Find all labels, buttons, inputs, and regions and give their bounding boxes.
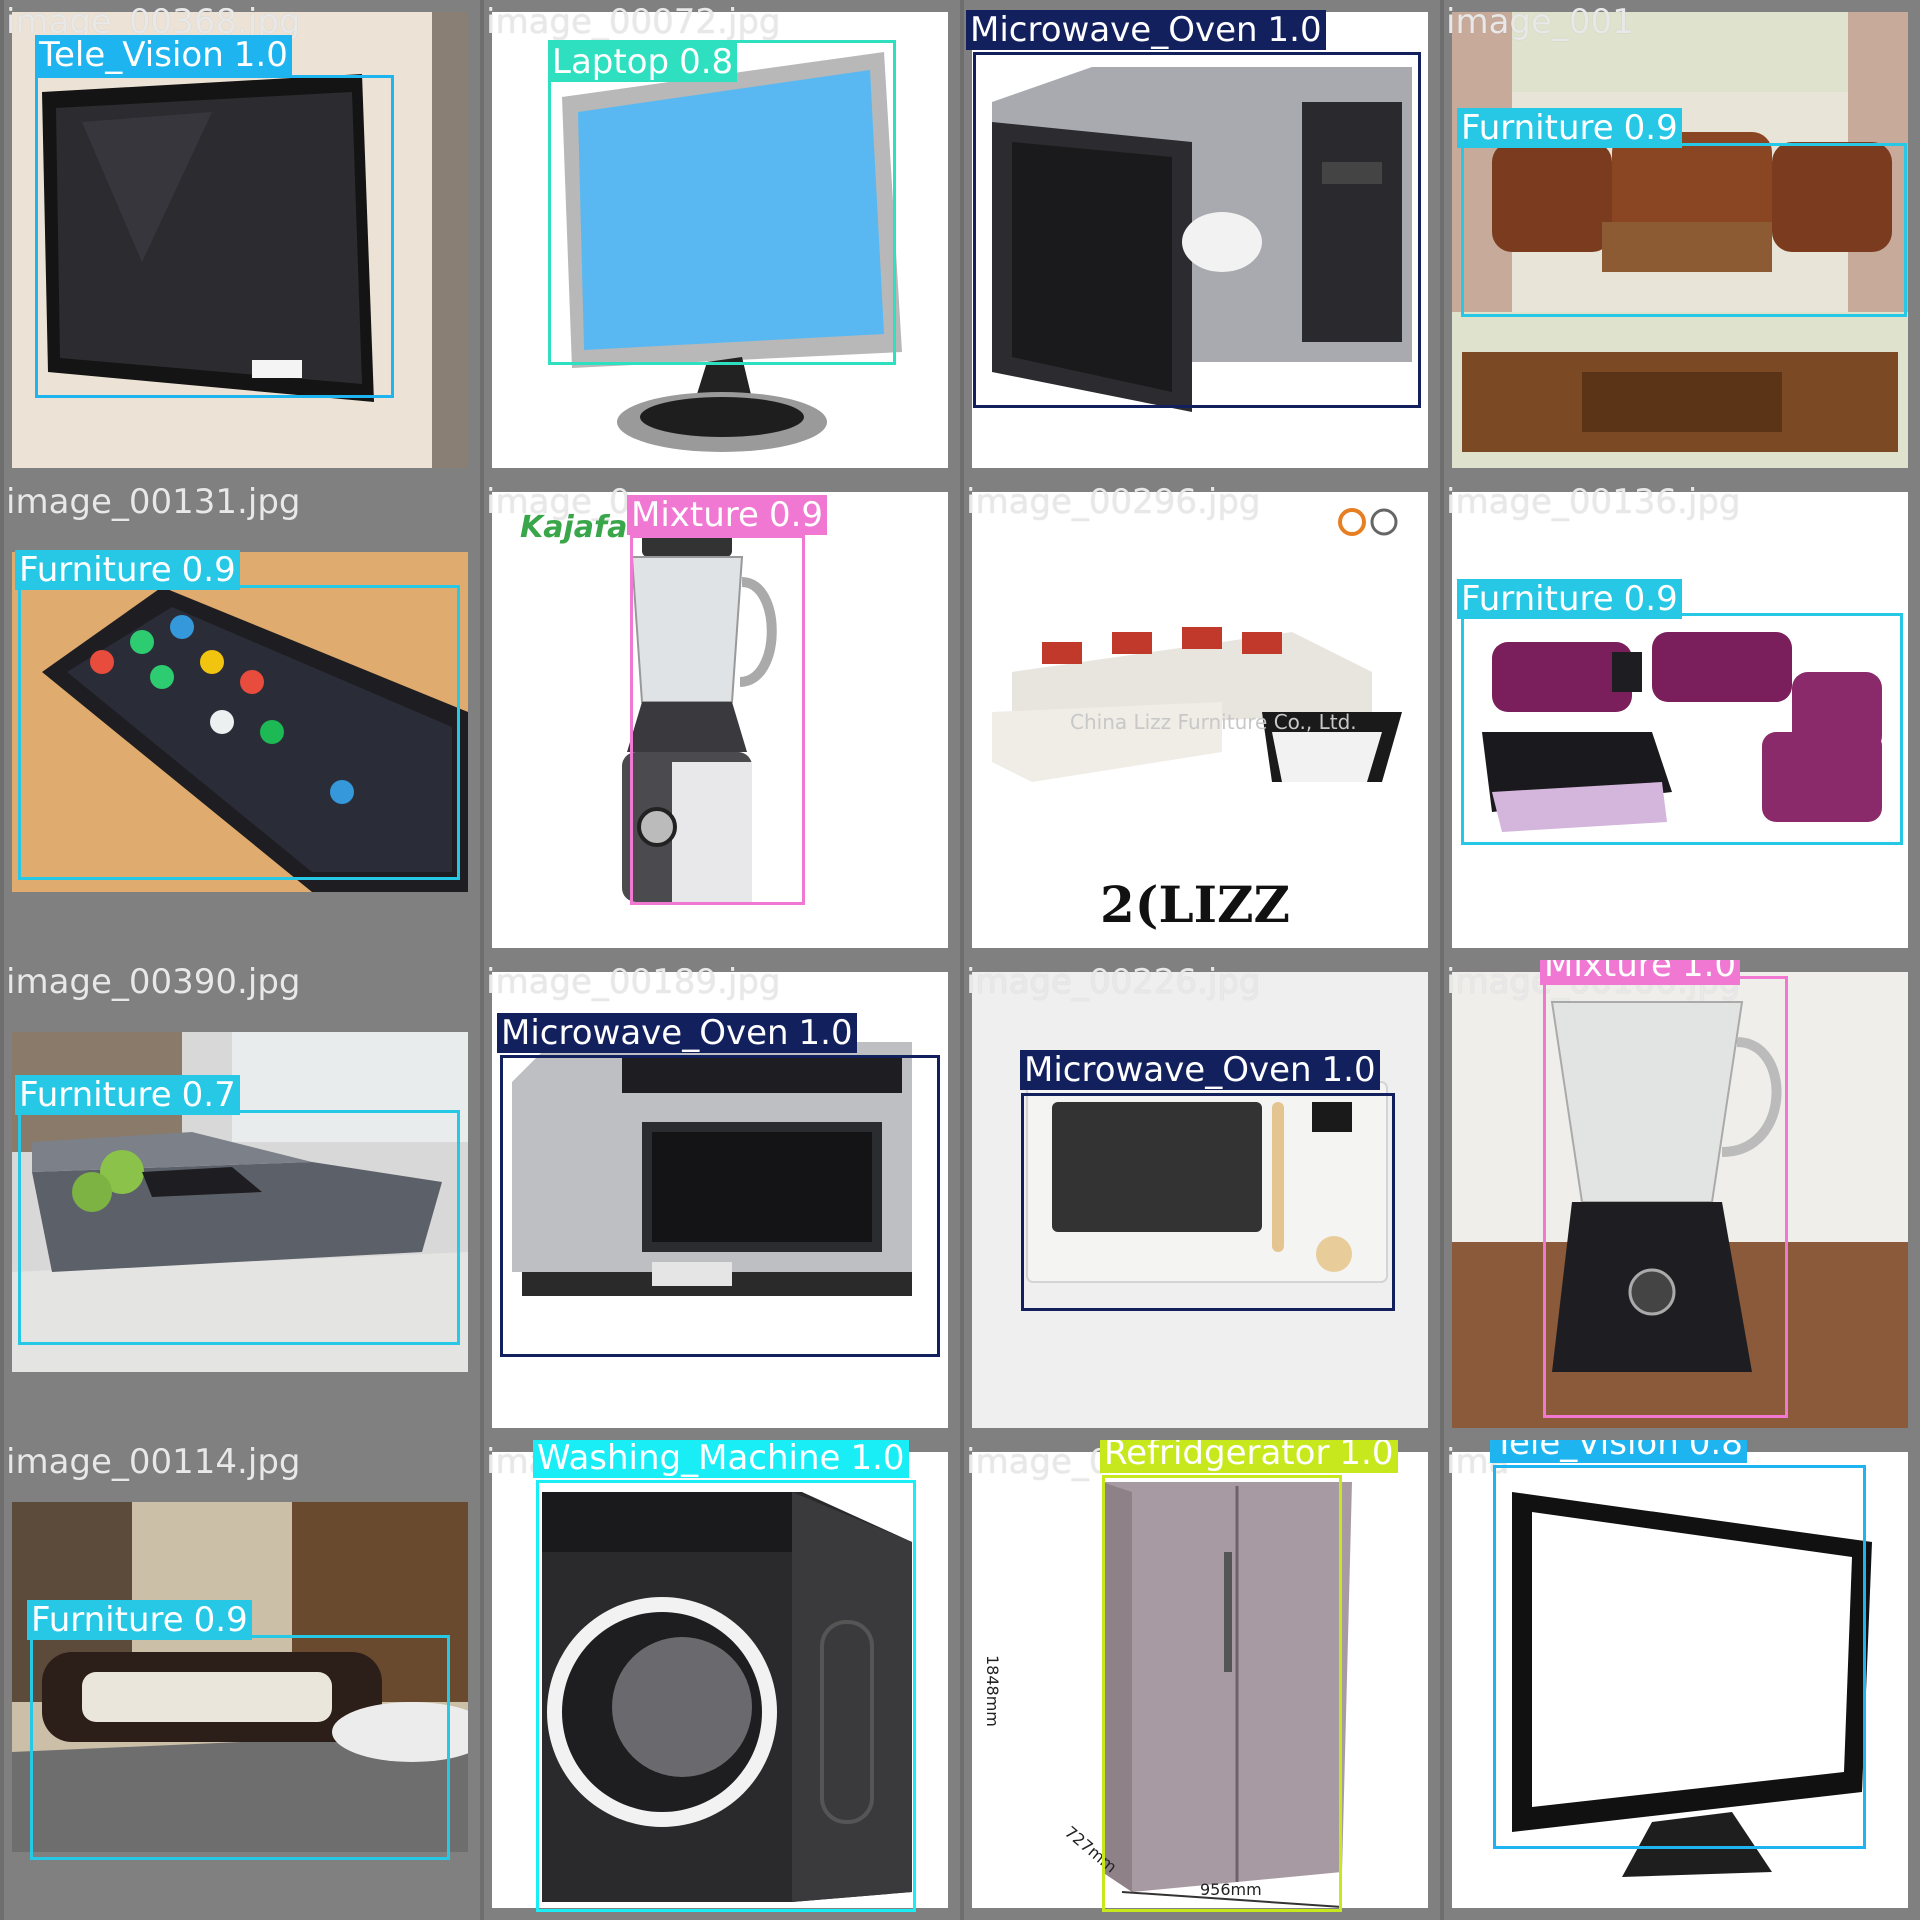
detection-label: Washing_Machine 1.0 (533, 1440, 909, 1478)
tile-10[interactable]: image_00226.jpg Microwave_Oven 1.0 (960, 960, 1440, 1440)
tile-9[interactable]: image_00189.jpg Microwave_Oven 1.0 (480, 960, 960, 1440)
file-name: image_001 (1446, 2, 1634, 42)
class-name: Microwave_Oven (1024, 1050, 1312, 1090)
class-name: Washing_Machine (537, 1440, 841, 1478)
detection-box (500, 1055, 940, 1357)
detection-label: Laptop 0.8 (548, 42, 738, 82)
detection-label: Mixture 1.0 (1540, 960, 1741, 985)
tile-7[interactable]: image_00136.jpg Furniture 0.9 (1440, 480, 1920, 960)
class-name: Tele_Vision (39, 35, 224, 75)
confidence: 1.0 (850, 1440, 905, 1478)
file-name: image_0 (966, 1442, 1111, 1482)
confidence: 0.7 (181, 1075, 236, 1115)
confidence: 1.0 (1339, 1440, 1394, 1473)
tile-6[interactable]: image_00296.jpg China Lizz Furniture Co.… (960, 480, 1440, 960)
watermark-text: China Lizz Furniture Co., Ltd. (1070, 710, 1357, 734)
detection-box (630, 535, 805, 905)
tile-0[interactable]: image_00368.jpg Tele_Vision 1.0 (0, 0, 480, 480)
confidence: 0.9 (1623, 108, 1678, 148)
confidence: 1.0 (1321, 1050, 1376, 1090)
detection-box (536, 1480, 916, 1912)
detection-label: Furniture 0.9 (27, 1600, 252, 1640)
confidence: 1.0 (1681, 960, 1737, 985)
tile-8[interactable]: image_00390.jpg Furniture 0.7 (0, 960, 480, 1440)
confidence: 0.9 (193, 1600, 248, 1640)
file-name: image_00131.jpg (6, 482, 301, 522)
detection-label: Microwave_Oven 1.0 (966, 10, 1326, 50)
tile-14[interactable]: image_0 1848mm 956mm 727mm Refridgerator… (960, 1440, 1440, 1920)
detection-box (1461, 613, 1903, 845)
detection-label: Furniture 0.9 (15, 550, 240, 590)
detection-label: Mixture 0.9 (627, 495, 828, 535)
detection-box (35, 75, 394, 398)
class-name: Microwave_Oven (501, 1013, 789, 1053)
detection-label: Microwave_Oven 1.0 (497, 1013, 857, 1053)
class-name: Microwave_Oven (970, 10, 1258, 50)
detection-box (1021, 1093, 1395, 1311)
confidence: 1.0 (1267, 10, 1322, 50)
detection-box (548, 40, 896, 365)
detection-box (1543, 976, 1788, 1418)
class-name: Mixture (1544, 960, 1672, 985)
class-name: Furniture (1461, 108, 1614, 148)
class-name: Furniture (31, 1600, 184, 1640)
tile-2[interactable]: Microwave_Oven 1.0 (960, 0, 1440, 480)
detection-box (1493, 1465, 1866, 1849)
class-name: Laptop (552, 42, 670, 82)
mosaic-grid: image_00368.jpg Tele_Vision 1.0 image_000… (0, 0, 1920, 1920)
file-name: image_00114.jpg (6, 1442, 301, 1482)
detection-box (30, 1635, 450, 1860)
confidence: 0.8 (1688, 1440, 1743, 1463)
tile-15[interactable]: ima Tele_Vision 0.8 (1440, 1440, 1920, 1920)
confidence: 0.9 (1623, 579, 1678, 619)
brand-logo: Kajafa (520, 510, 628, 545)
confidence: 0.8 (679, 42, 734, 82)
detection-box (1102, 1475, 1342, 1912)
file-name: image_00189.jpg (486, 962, 781, 1002)
file-name: image_00136.jpg (1446, 482, 1741, 522)
file-name: image_00296.jpg (966, 482, 1261, 522)
class-name: Mixture (631, 495, 759, 535)
confidence: 0.9 (181, 550, 236, 590)
class-name: Refridgerator (1104, 1440, 1330, 1473)
detection-label: Furniture 0.9 (1457, 579, 1682, 619)
confidence: 1.0 (798, 1013, 853, 1053)
brand-logo: 2(LIZZ (1100, 875, 1290, 934)
file-name: image_00390.jpg (6, 962, 301, 1002)
detection-label: Furniture 0.7 (15, 1075, 240, 1115)
detection-label: Tele_Vision 1.0 (35, 35, 292, 75)
file-name: image_00226.jpg (966, 962, 1261, 1002)
file-name: image_00072.jpg (486, 2, 781, 42)
class-name: Furniture (19, 1075, 172, 1115)
class-name: Furniture (19, 550, 172, 590)
detection-label: Furniture 0.9 (1457, 108, 1682, 148)
detection-label: Tele_Vision 0.8 (1490, 1440, 1747, 1463)
tile-4[interactable]: image_00131.jpg Furniture 0.9 (0, 480, 480, 960)
tile-11[interactable]: image_00100.jpg Mixture1.0 (1440, 960, 1920, 1440)
detection-box (18, 585, 460, 880)
height-dimension: 1848mm (983, 1655, 1002, 1727)
detection-label: Refridgerator 1.0 (1100, 1440, 1398, 1473)
confidence: 0.9 (768, 495, 824, 535)
class-name: Tele_Vision (1494, 1440, 1679, 1463)
tile-12[interactable]: image_00114.jpg Furniture 0.9 (0, 1440, 480, 1920)
tile-3[interactable]: image_001 Furniture 0.9 (1440, 0, 1920, 480)
tile-13[interactable]: ima Washing_Machine 1.0 (480, 1440, 960, 1920)
confidence: 1.0 (233, 35, 288, 75)
tile-1[interactable]: image_00072.jpg Laptop 0.8 (480, 0, 960, 480)
tile-5[interactable]: image_0 Kajafa Mixture 0.9 (480, 480, 960, 960)
detection-box (973, 52, 1421, 408)
detection-label: Microwave_Oven 1.0 (1020, 1050, 1380, 1090)
detection-box (18, 1110, 460, 1345)
detection-box (1461, 143, 1907, 317)
class-name: Furniture (1461, 579, 1614, 619)
